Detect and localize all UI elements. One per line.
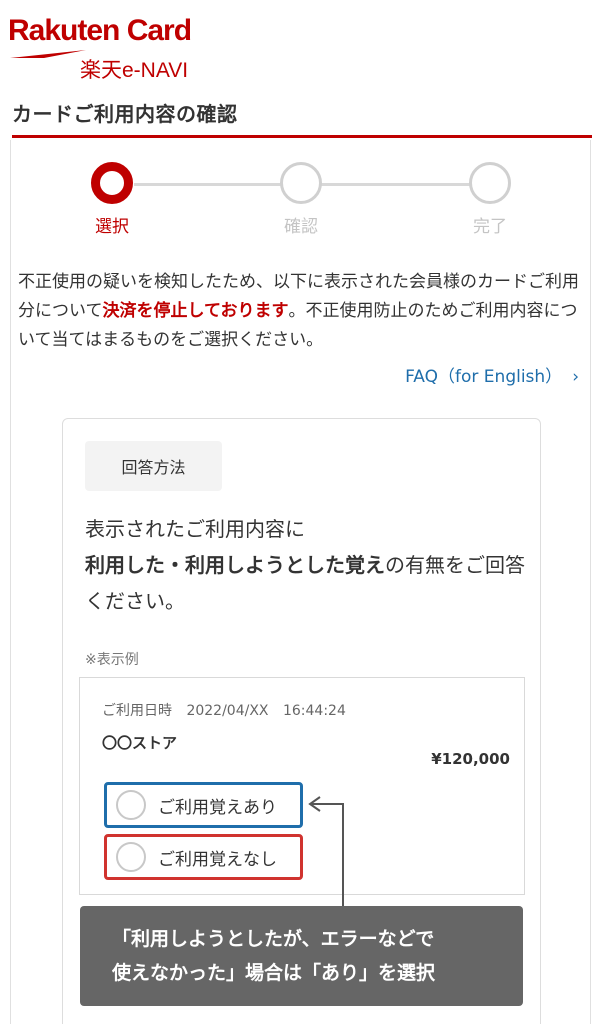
pointer-arrow-icon [308, 796, 344, 908]
page-header: カードご利用内容の確認 [12, 98, 592, 138]
example-note: ※表示例 [85, 652, 139, 668]
option-not-recognized[interactable]: ご利用覚えなし [104, 834, 303, 880]
example-date-row: ご利用日時 2022/04/XX 16:44:24 [102, 700, 356, 720]
callout-line2: 使えなかった」場合は「あり」を選択 [112, 962, 436, 984]
logo-sub-text: 楽天e-NAVI [80, 59, 189, 82]
step-connector [320, 183, 470, 186]
step-2-indicator-icon [280, 162, 322, 204]
chevron-right-icon: › [572, 367, 579, 387]
intro-text: 不正使用の疑いを検知したため、以下に表示された会員様のカードご利用分について決済… [18, 268, 588, 355]
example-time-value: 16:44:24 [282, 703, 346, 719]
faq-link-label: FAQ（for English） [405, 367, 563, 387]
answer-method-tag: 回答方法 [85, 441, 222, 491]
radio-button-icon[interactable] [116, 790, 146, 820]
example-amount: ¥120,000 [431, 750, 510, 768]
example-date-value: 2022/04/XX [186, 703, 269, 719]
example-date-label: ご利用日時 [102, 703, 172, 719]
step-connector [134, 183, 282, 186]
step-2-label: 確認 [284, 217, 318, 237]
logo-main-text: Rakuten Card [8, 14, 192, 47]
logo-swoosh-icon [10, 50, 86, 58]
faq-link[interactable]: FAQ（for English） › [405, 362, 579, 387]
intro-highlight: 決済を停止しております [102, 301, 289, 321]
page-title: カードご利用内容の確認 [12, 102, 238, 126]
example-transaction-card: ご利用日時 2022/04/XX 16:44:24 〇〇ストア ¥120,000… [79, 677, 525, 895]
radio-button-icon[interactable] [116, 842, 146, 872]
answer-instruction: 表示されたご利用内容に 利用した・利用しようとした覚えの有無をご回答ください。 [85, 511, 525, 619]
option-not-recognized-label: ご利用覚えなし [158, 849, 277, 870]
option-recognized[interactable]: ご利用覚えあり [104, 782, 303, 828]
step-3-indicator-icon [469, 162, 511, 204]
instruction-bold: 利用した・利用しようとした覚え [85, 553, 385, 577]
step-1-label: 選択 [95, 217, 129, 237]
callout-line1: 「利用しようとしたが、エラーなどで [112, 928, 435, 950]
example-store-name: 〇〇ストア [102, 734, 178, 752]
option-recognized-label: ご利用覚えあり [158, 797, 277, 818]
instruction-line1: 表示されたご利用内容に [85, 517, 305, 541]
step-3-label: 完了 [473, 217, 507, 237]
step-1-indicator-icon [91, 162, 133, 204]
rakuten-card-logo[interactable]: Rakuten Card 楽天e-NAVI [8, 14, 198, 82]
instruction-callout: 「利用しようとしたが、エラーなどで 使えなかった」場合は「あり」を選択 [80, 906, 523, 1006]
